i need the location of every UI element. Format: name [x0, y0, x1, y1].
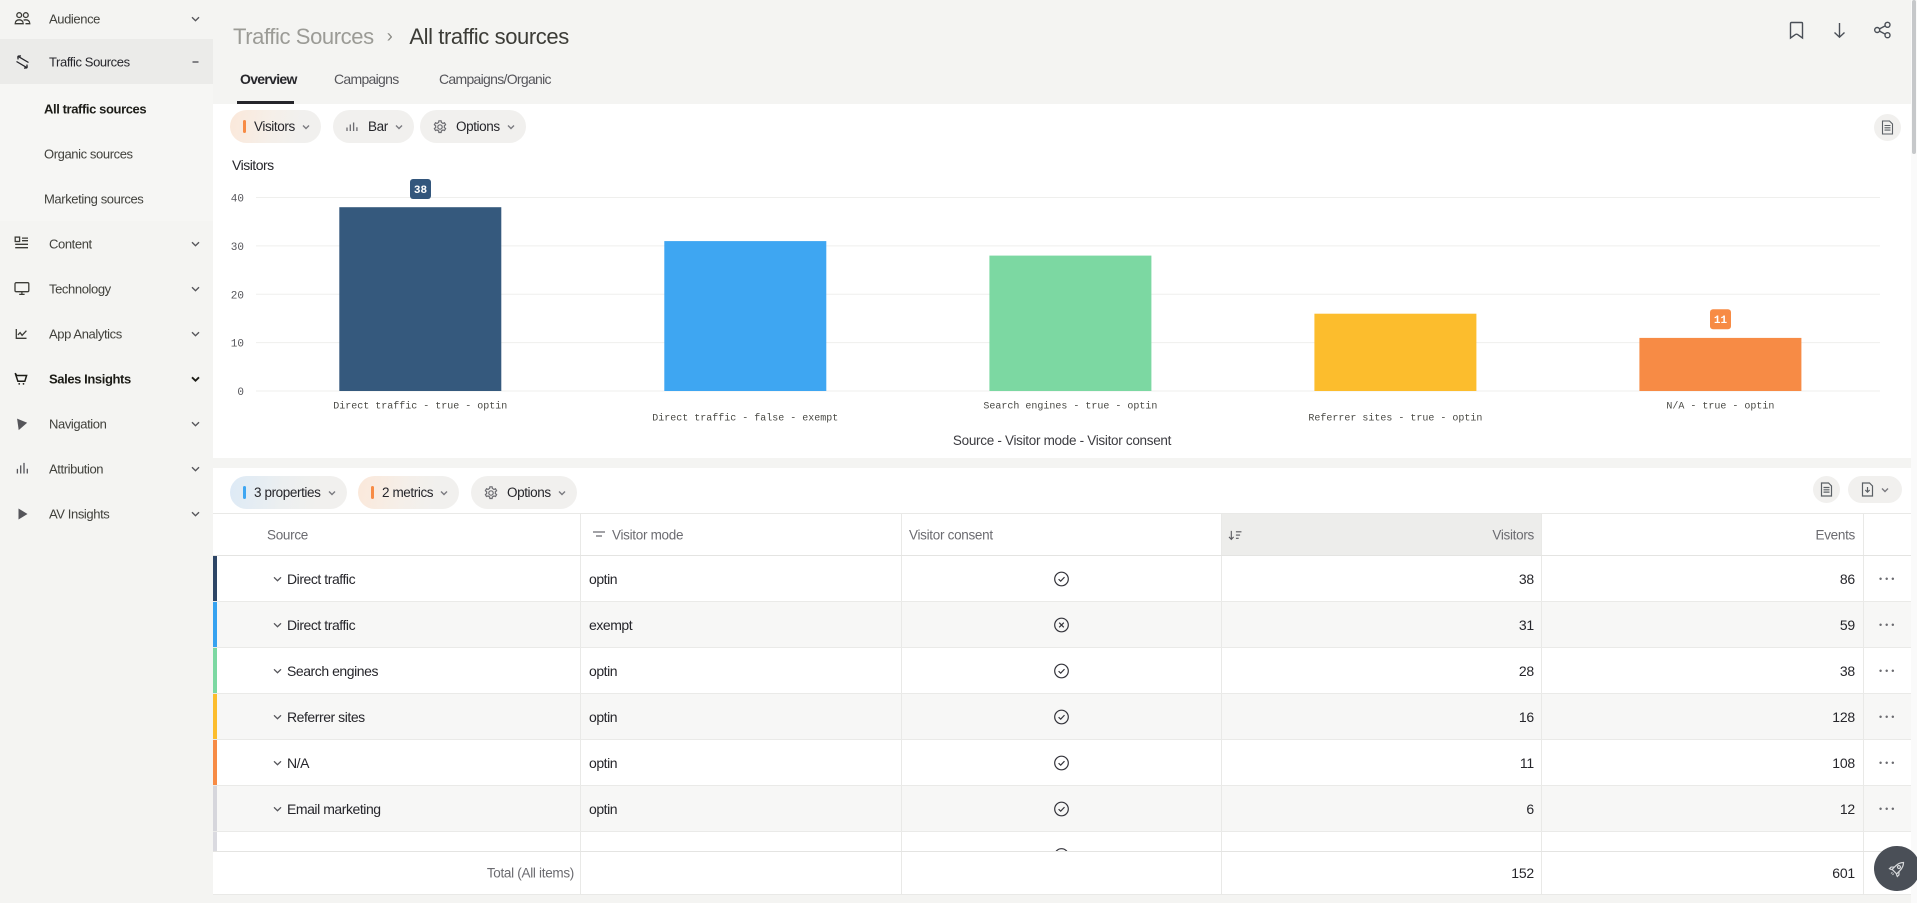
svg-text:30: 30 [231, 242, 244, 254]
svg-text:38: 38 [414, 185, 428, 197]
svg-text:10: 10 [231, 339, 244, 351]
svg-text:Direct traffic - true - optin: Direct traffic - true - optin [333, 401, 507, 413]
svg-text:Search engines - true - optin: Search engines - true - optin [983, 401, 1157, 413]
svg-text:20: 20 [231, 290, 244, 302]
svg-text:40: 40 [231, 194, 244, 206]
svg-text:11: 11 [1714, 315, 1728, 327]
svg-text:Referrer sites - true - optin: Referrer sites - true - optin [1308, 413, 1482, 425]
svg-text:N/A - true - optin: N/A - true - optin [1666, 401, 1774, 413]
svg-text:Direct traffic - false - exemp: Direct traffic - false - exempt [652, 413, 838, 425]
svg-text:Source - Visitor mode - Visito: Source - Visitor mode - Visitor consent [953, 433, 1172, 448]
svg-text:0: 0 [237, 387, 244, 399]
